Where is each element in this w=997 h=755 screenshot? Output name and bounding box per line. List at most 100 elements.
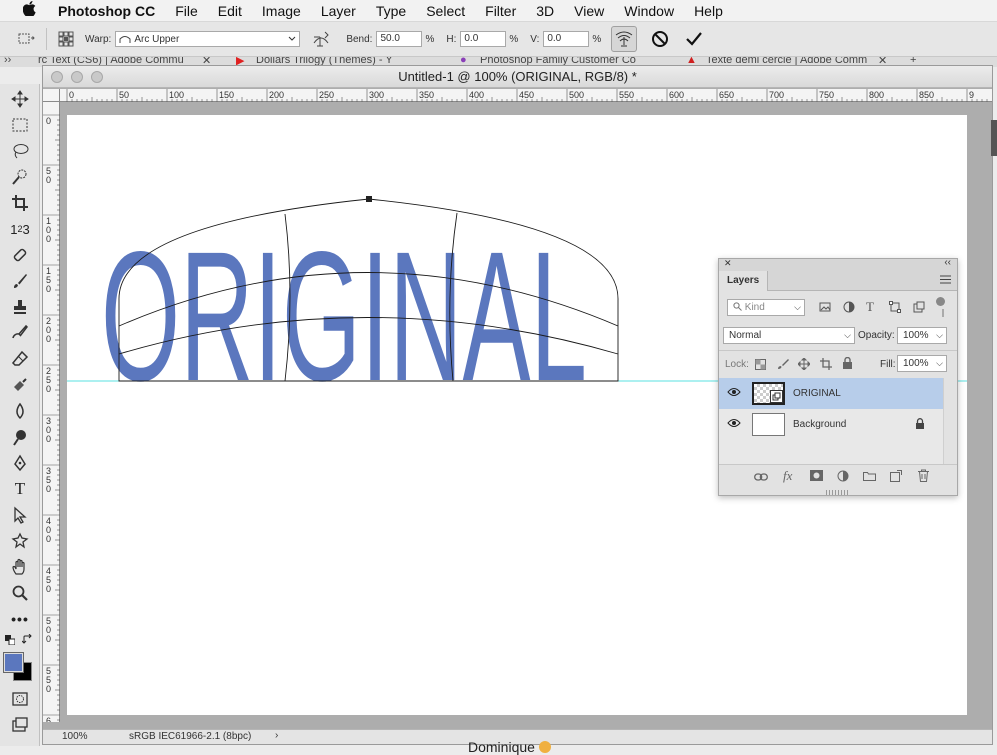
layers-panel-header[interactable]: ✕ ‹‹ [719, 257, 957, 271]
change-warp-orientation-icon[interactable] [310, 28, 332, 50]
layer-style-fx-icon[interactable]: fx [783, 468, 792, 484]
lasso-tool-icon[interactable] [9, 140, 31, 162]
blend-mode-select[interactable]: Normal ⌵ [723, 327, 855, 344]
healing-brush-tool-icon[interactable] [9, 244, 31, 266]
new-layer-icon[interactable] [890, 470, 902, 485]
adjustment-layer-icon[interactable] [837, 470, 849, 485]
ruler-origin[interactable] [43, 89, 60, 102]
zoom-tool-icon[interactable] [9, 582, 31, 604]
blur-tool-icon[interactable] [9, 400, 31, 422]
brush-tool-icon[interactable] [9, 270, 31, 292]
layer-filter-kind-select[interactable]: Kind ⌵ [727, 299, 805, 316]
status-menu-chevron-icon[interactable]: › [275, 730, 278, 741]
filter-adjustment-icon[interactable] [843, 301, 855, 316]
menu-window[interactable]: Window [614, 3, 684, 19]
new-group-folder-icon[interactable] [863, 471, 876, 484]
more-tools-icon[interactable]: ••• [9, 608, 31, 630]
menu-view[interactable]: View [564, 3, 614, 19]
filter-type-icon[interactable]: T [866, 299, 874, 315]
crop-tool-icon[interactable] [9, 192, 31, 214]
lock-image-icon[interactable] [777, 358, 789, 373]
dodge-tool-icon[interactable] [9, 426, 31, 448]
lock-all-icon[interactable] [842, 356, 853, 373]
history-brush-tool-icon[interactable] [9, 322, 31, 344]
move-tool-icon[interactable] [9, 88, 31, 110]
lock-position-icon[interactable] [797, 357, 811, 373]
close-panel-icon[interactable]: ✕ [724, 258, 732, 269]
quick-mask-icon[interactable] [9, 688, 31, 710]
lock-transparent-icon[interactable] [755, 359, 766, 373]
panel-collapse-icon[interactable]: ›› [4, 57, 11, 66]
bend-input[interactable]: 50.0 [376, 31, 423, 47]
marquee-tool-icon[interactable] [9, 114, 31, 136]
v-distortion-input[interactable]: 0.0 [543, 31, 590, 47]
visibility-eye-icon[interactable] [727, 387, 741, 400]
apple-icon[interactable] [20, 1, 38, 20]
menu-edit[interactable]: Edit [208, 3, 252, 19]
layer-row-background[interactable]: Background [719, 409, 943, 440]
foreground-color-swatch[interactable] [3, 652, 24, 673]
menu-file[interactable]: File [165, 3, 208, 19]
zoom-level[interactable]: 100% [62, 731, 88, 742]
layer-name[interactable]: Background [793, 419, 846, 430]
commit-transform-icon[interactable] [683, 28, 705, 50]
layers-scrollbar[interactable] [943, 378, 957, 464]
default-colors-icon[interactable] [5, 634, 16, 646]
menu-type[interactable]: Type [366, 3, 416, 19]
filter-toggle-icon[interactable] [936, 297, 945, 306]
window-close-button[interactable] [51, 71, 63, 83]
eraser-tool-icon[interactable] [9, 348, 31, 370]
layer-name[interactable]: ORIGINAL [793, 388, 841, 399]
chevron-down-icon: ⌵ [936, 358, 943, 368]
vertical-ruler[interactable]: 050100150200250300350400450500550600 [43, 102, 60, 744]
filter-smart-object-icon[interactable] [913, 301, 925, 316]
horizontal-ruler[interactable]: 0 50 100 150 200 250 300 350 400 450 500 550 600 650 7… [60, 89, 992, 102]
count-tool-icon[interactable]: 123 [9, 218, 31, 240]
gradient-tool-icon[interactable] [9, 374, 31, 396]
warped-text-original: ORIGINAL [101, 213, 587, 419]
visibility-eye-icon[interactable] [727, 418, 741, 431]
pen-tool-icon[interactable] [9, 452, 31, 474]
tool-preset-icon[interactable] [16, 28, 38, 50]
menu-3d[interactable]: 3D [526, 3, 564, 19]
lock-artboard-icon[interactable] [820, 358, 832, 373]
filter-pixel-icon[interactable] [819, 301, 831, 316]
menu-layer[interactable]: Layer [311, 3, 366, 19]
document-title-bar[interactable]: Untitled-1 @ 100% (ORIGINAL, RGB/8) * [43, 66, 992, 88]
add-mask-icon[interactable] [810, 470, 823, 484]
tab-layers[interactable]: Layers [719, 271, 769, 291]
delete-layer-icon[interactable] [918, 469, 929, 485]
type-tool-icon[interactable]: T [9, 478, 31, 500]
menu-help[interactable]: Help [684, 3, 733, 19]
custom-shape-tool-icon[interactable] [9, 530, 31, 552]
panel-menu-icon[interactable] [940, 275, 951, 287]
window-minimize-button[interactable] [71, 71, 83, 83]
path-selection-tool-icon[interactable] [9, 504, 31, 526]
screen-mode-icon[interactable] [9, 714, 31, 736]
layer-row-original[interactable]: ORIGINAL [719, 378, 943, 409]
warp-style-select[interactable]: Arc Upper [115, 31, 301, 47]
transform-grid-icon[interactable] [55, 28, 77, 50]
menu-select[interactable]: Select [416, 3, 475, 19]
collapse-panel-icon[interactable]: ‹‹ [944, 257, 951, 268]
panel-resize-grip[interactable] [826, 490, 848, 495]
opacity-input[interactable]: 100% ⌵ [897, 327, 947, 344]
clone-stamp-tool-icon[interactable] [9, 296, 31, 318]
quick-selection-tool-icon[interactable] [9, 166, 31, 188]
link-layers-icon[interactable] [754, 472, 768, 485]
h-distortion-input[interactable]: 0.0 [460, 31, 507, 47]
cancel-transform-icon[interactable] [649, 28, 671, 50]
window-zoom-button[interactable] [91, 71, 103, 83]
fill-input[interactable]: 100% ⌵ [897, 355, 947, 372]
filter-shape-icon[interactable] [889, 301, 901, 316]
warp-label: Warp: [85, 33, 112, 45]
menu-app-name[interactable]: Photoshop CC [52, 3, 165, 19]
menu-image[interactable]: Image [252, 3, 311, 19]
swap-colors-icon[interactable] [21, 633, 32, 644]
puppet-warp-toggle[interactable] [611, 26, 638, 52]
menu-filter[interactable]: Filter [475, 3, 526, 19]
document-profile[interactable]: sRGB IEC61966-2.1 (8bpc) [129, 731, 251, 742]
hand-tool-icon[interactable] [9, 556, 31, 578]
warp-handle[interactable] [366, 196, 372, 202]
ruler-label: 0 [46, 584, 51, 594]
